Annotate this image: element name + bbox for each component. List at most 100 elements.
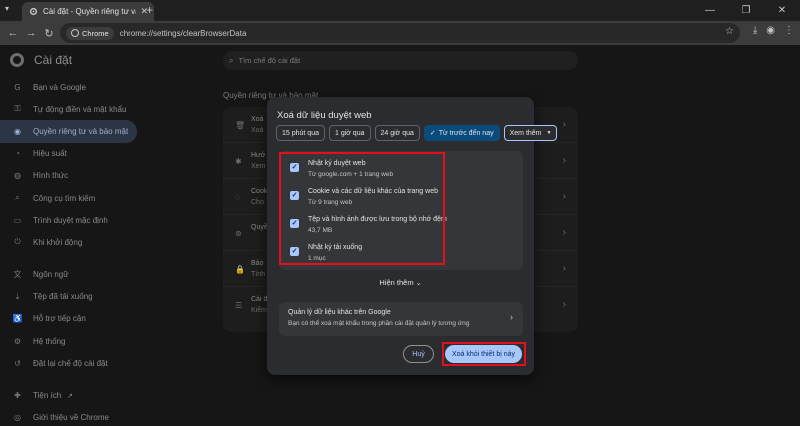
speed-icon: ◔ (15, 149, 20, 159)
caret-down-icon: ▼ (546, 130, 552, 136)
sidebar-item-search-engine[interactable]: ⌕ Công cụ tìm kiếm (0, 187, 137, 209)
sidebar-item-label: Giới thiệu về Chrome (33, 413, 109, 423)
period-label: Từ trước đến nay (438, 129, 494, 137)
sidebar-divider (0, 374, 140, 384)
highlight-box (279, 152, 445, 265)
sidebar-item-accessibility[interactable]: ♿ Hỗ trợ tiếp cận (0, 308, 137, 330)
sidebar-item-you-and-google[interactable]: G Bạn và Google (0, 76, 137, 98)
accessibility-icon: ♿ (12, 314, 23, 324)
toolbar-actions: ⤓ ◉ ⋮ (753, 25, 794, 36)
gear-icon (28, 7, 38, 17)
search-icon: ⌕ (15, 193, 20, 203)
forward-icon[interactable]: → (22, 27, 40, 39)
profile-icon[interactable]: ◉ (766, 25, 775, 36)
row-subtitle: Cho (251, 199, 264, 206)
row-subtitle: Tính (251, 271, 266, 278)
sidebar-item-system[interactable]: ⚙ Hệ thống (0, 330, 137, 352)
extension-icon: ✚ (14, 391, 21, 401)
lock-icon: 🔒 (235, 265, 245, 274)
period-1-hour[interactable]: 1 giờ qua (328, 125, 371, 141)
address-bar[interactable]: Chrome chrome://settings/clearBrowserDat… (60, 23, 740, 43)
sidebar-item-on-startup[interactable]: ⏻ Khi khởi động (0, 231, 137, 253)
row-subtitle: Xoá (251, 127, 264, 134)
tab-title: Cài đặt - Quyền riêng tư và bảo (43, 7, 136, 16)
sidebar-item-reset[interactable]: ↺ Đặt lại chế độ cài đặt (0, 352, 137, 374)
row-title: Quyề (251, 224, 268, 231)
time-range-tabs: 15 phút qua 1 giờ qua 24 giờ qua ✓ Từ trư… (276, 125, 558, 141)
browser-icon: ▭ (13, 215, 22, 225)
maximize-icon[interactable]: ❐ (728, 0, 764, 21)
reload-icon[interactable]: ↻ (40, 27, 58, 40)
period-24-hours[interactable]: 24 giờ qua (374, 125, 420, 141)
sidebar-item-label: Bạn và Google (33, 82, 86, 92)
sidebar-item-performance[interactable]: ◔ Hiệu suất (0, 143, 137, 165)
new-tab-button[interactable]: + (146, 3, 153, 17)
sidebar-item-label: Tiện ích (33, 391, 62, 401)
row-title: Cook (251, 188, 268, 195)
sidebar-item-label: Hệ thống (33, 336, 66, 346)
sidebar-item-default-browser[interactable]: ▭ Trình duyệt mặc định (0, 209, 137, 231)
close-window-icon[interactable]: ✕ (764, 0, 800, 21)
settings-sidebar: G Bạn và Google ⚿ Tự động điền và mật khẩu… (0, 76, 140, 426)
google-data-subtitle: Bạn có thể xoá mật khẩu trong phần cài đ… (288, 320, 470, 327)
tab-search-icon[interactable]: ▾ (5, 4, 17, 16)
url-text: chrome://settings/clearBrowserData (119, 28, 247, 38)
google-icon: G (14, 82, 21, 92)
settings-search-input[interactable]: ⌕ Tìm chế độ cài đặt (223, 51, 578, 70)
sidebar-item-label: Tự động điền và mật khẩu (33, 104, 127, 114)
sidebar-item-appearance[interactable]: ◍ Hình thức (0, 165, 137, 187)
sidebar-item-label: Ngôn ngữ (33, 270, 69, 280)
palette-icon: ◍ (14, 171, 21, 181)
minimize-icon[interactable]: — (692, 0, 728, 21)
row-title: Hướ (251, 152, 266, 159)
wrench-icon: ⚙ (13, 336, 22, 346)
show-more-button[interactable]: Hiện thêm ⌄ (267, 278, 534, 287)
row-title: Cài đ (251, 296, 268, 303)
shield-icon: ◉ (14, 126, 21, 136)
chrome-icon: ◎ (14, 413, 21, 423)
settings-title: Cài đặt (34, 53, 73, 67)
cancel-button[interactable]: Huỷ (403, 345, 434, 363)
chip-label: Chrome (82, 28, 109, 38)
back-icon[interactable]: ← (4, 27, 22, 39)
chevron-right-icon: › (562, 155, 566, 166)
chevron-right-icon: › (510, 312, 513, 322)
more-periods-dropdown[interactable]: Xem thêm ▼ (503, 125, 558, 141)
trash-icon: 🗑 (235, 121, 246, 130)
sidebar-item-about[interactable]: ◎ Giới thiệu về Chrome (0, 407, 137, 426)
dialog-title: Xoá dữ liệu duyệt web (277, 110, 372, 121)
manage-google-data-link[interactable]: Quản lý dữ liệu khác trên Google Bạn có … (279, 302, 523, 336)
autofill-icon: ⚿ (14, 104, 21, 114)
google-data-title: Quản lý dữ liệu khác trên Google (288, 309, 391, 316)
show-more-label: Hiện thêm (379, 278, 414, 287)
window-controls: — ❐ ✕ (692, 0, 800, 21)
menu-icon[interactable]: ⋮ (784, 25, 794, 36)
row-title: Bảo (251, 260, 264, 267)
row-subtitle: Xem (251, 163, 266, 170)
sidebar-item-label: Công cụ tìm kiếm (33, 193, 96, 203)
sidebar-item-autofill[interactable]: ⚿ Tự động điền và mật khẩu (0, 98, 137, 120)
sidebar-item-privacy[interactable]: ◉ Quyền riêng tư và bảo mật (0, 120, 137, 143)
guide-icon: ✱ (235, 157, 242, 166)
external-link-icon: ↗ (67, 392, 74, 400)
sidebar-item-languages[interactable]: 文 Ngôn ngữ (0, 264, 137, 286)
chevron-right-icon: › (562, 299, 566, 310)
sidebar-item-downloads[interactable]: ⤓ Tệp đã tải xuống (0, 286, 137, 308)
tab-strip: ▾ Cài đặt - Quyền riêng tư và bảo ✕ + — … (0, 0, 800, 21)
settings-header: Cài đặt (10, 53, 72, 67)
browser-tab[interactable]: Cài đặt - Quyền riêng tư và bảo ✕ (22, 2, 154, 21)
sidebar-item-label: Quyền riêng tư và bảo mật (33, 126, 129, 136)
site-chip[interactable]: Chrome (66, 26, 114, 40)
sidebar-item-extensions[interactable]: ✚ Tiện ích ↗ (0, 384, 137, 406)
period-all-time[interactable]: ✓ Từ trước đến nay (423, 125, 500, 141)
language-icon: 文 (13, 270, 22, 280)
sidebar-item-label: Hỗ trợ tiếp cận (33, 314, 86, 324)
sidebar-item-label: Tệp đã tải xuống (33, 292, 93, 302)
download-icon: ⤓ (15, 291, 20, 301)
period-15-min[interactable]: 15 phút qua (276, 125, 325, 141)
bookmark-star-icon[interactable]: ☆ (725, 26, 734, 37)
download-icon[interactable]: ⤓ (753, 25, 757, 36)
chevron-right-icon: › (562, 191, 566, 202)
sidebar-item-label: Hình thức (33, 171, 69, 181)
row-subtitle: Kiểm (251, 307, 267, 314)
